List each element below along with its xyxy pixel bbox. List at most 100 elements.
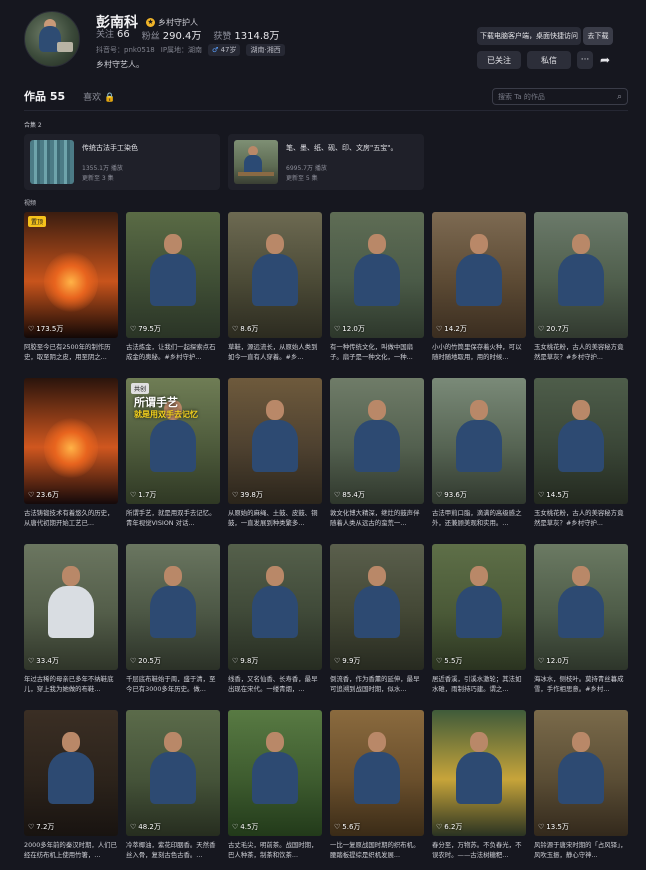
age-text: 47岁 xyxy=(220,46,237,54)
likes-count: 93.6万 xyxy=(444,491,467,499)
video-thumbnail: ♡ 12.0万 xyxy=(534,544,628,670)
heart-icon: ♡ xyxy=(130,657,137,665)
likes-count: 23.6万 xyxy=(36,491,59,499)
more-icon[interactable]: ··· xyxy=(577,51,593,69)
video-card[interactable]: ♡ 14.5万 玉女桃花粉，古人的美容秘方竟然是草灰？#乡村守护... xyxy=(534,378,628,528)
followed-button[interactable]: 已关注 xyxy=(477,51,521,69)
video-caption[interactable]: 古法甲煎口脂，滴满的高级感之外，还兼顾美观和实用。... xyxy=(432,509,526,528)
likes-count: 14.5万 xyxy=(546,491,569,499)
tab-works[interactable]: 作品 55 xyxy=(24,88,65,104)
video-card[interactable]: 置顶 ♡ 173.5万 阿胶至今已有2500年的制作历史，取至阴之皮，用至阴之... xyxy=(24,212,118,362)
video-likes: ♡ 173.5万 xyxy=(28,324,63,334)
video-caption[interactable]: 线香，又名仙香、长寿香，最早出现在宋代。一缕青烟，... xyxy=(228,675,322,694)
video-caption[interactable]: 古法炼金，让我们一起探索点石成金的奥秘。#乡村守护... xyxy=(126,343,220,362)
video-card[interactable]: ♡ 5.5万居近香溪，引溪水激轮；其法如水碓，雨制持巧建。谓之... xyxy=(432,544,526,694)
search-input[interactable]: 搜索 Ta 的作品 ⌕ xyxy=(492,88,628,105)
video-caption[interactable]: 古法铸锻技术有着悠久的历史，从唐代初期开始工艺已... xyxy=(24,509,118,528)
video-card[interactable]: ♡ 20.5万 千层底布鞋始于周，盛于清，至今已有3000多年历史。做... xyxy=(126,544,220,694)
video-caption[interactable]: 小小的竹筒里保存着火种，可以随时随地取用，用的时候... xyxy=(432,343,526,362)
video-caption[interactable]: 千层底布鞋始于周，盛于清，至今已有3000多年历史。做... xyxy=(126,675,220,694)
video-card[interactable]: ♡ 39.8万 从原始的麻绳、土鼓、皮鼓、铜鼓，一直发展到种类繁多... xyxy=(228,378,322,528)
video-likes: ♡ 79.5万 xyxy=(130,324,161,334)
video-caption[interactable]: 草鞋，源远流长，从原始人类到如今一直有人穿着。#乡... xyxy=(228,343,322,362)
video-caption[interactable]: 玉女桃花粉，古人的美容秘方竟然是草灰？#乡村守护... xyxy=(534,343,628,362)
message-button[interactable]: 私信 xyxy=(527,51,571,69)
video-caption[interactable]: 年过古稀的母亲已多年不纳鞋底儿，穿上我为她做的布鞋... xyxy=(24,675,118,694)
video-caption[interactable]: 2000多年前的秦汉时期，人们已经在纺布机上使用竹箸，... xyxy=(24,841,118,860)
heart-icon: ♡ xyxy=(436,325,443,333)
video-caption[interactable]: 所谓手艺，就是用双手去记忆。青年视觉VISION 对话... xyxy=(126,509,220,528)
stat-following[interactable]: 关注 66 xyxy=(96,27,130,42)
video-caption[interactable]: 敦文化博大精深，继灶的鼓声伴随着人类从远古的蛮荒一... xyxy=(330,509,424,528)
video-card[interactable]: ♡ 7.2万 2000多年前的秦汉时期，人们已经在纺布机上使用竹箸，... xyxy=(24,710,118,860)
video-card[interactable]: ♡ 79.5万古法炼金，让我们一起探索点石成金的奥秘。#乡村守护... xyxy=(126,212,220,362)
video-thumbnail: ♡ 7.2万 xyxy=(24,710,118,836)
video-caption[interactable]: 海冰水，侧枝叶。莫持青丝暮成雪，手作相思意。#乡村... xyxy=(534,675,628,694)
video-card[interactable]: ♡ 33.4万年过古稀的母亲已多年不纳鞋底儿，穿上我为她做的布鞋... xyxy=(24,544,118,694)
tab-likes[interactable]: 喜欢 🔒 xyxy=(83,90,115,103)
video-caption[interactable]: 玉女桃花粉，古人的美容秘方竟然是草灰？#乡村守护... xyxy=(534,509,628,528)
heart-icon: ♡ xyxy=(28,657,35,665)
video-card[interactable]: ♡ 6.2万 春分至，万物苏。不负春光，不误农时。——古法树糖粑... xyxy=(432,710,526,860)
video-card[interactable]: ♡ 14.2万小小的竹筒里保存着火种，可以随时随地取用，用的时候... xyxy=(432,212,526,362)
figure-head xyxy=(164,234,182,254)
download-button[interactable]: 去下载 xyxy=(583,27,613,45)
video-caption[interactable]: 倒流香，作为香薰的延伸，最早可追溯到战国时期，似水... xyxy=(330,675,424,694)
avatar[interactable] xyxy=(24,11,80,67)
video-caption[interactable]: 一比一复原战国时期的织布机。腰踏板提综是织机发展... xyxy=(330,841,424,860)
likes-count: 9.8万 xyxy=(240,657,259,665)
video-card[interactable]: ♡ 48.2万 冷萃椰油，紫花印胭香。天然香丝入骨，复刻古色古香。... xyxy=(126,710,220,860)
figure-body xyxy=(456,420,502,472)
figure-body xyxy=(354,254,400,306)
video-caption[interactable]: 风铃源于唐宋时期的「占风铎」，风吹玉振，静心守神... xyxy=(534,841,628,860)
video-caption[interactable]: 冷萃椰油，紫花印胭香。天然香丝入骨，复刻古色古香。... xyxy=(126,841,220,860)
video-card[interactable]: ♡ 13.5万 风铃源于唐宋时期的「占风铎」，风吹玉振，静心守神... xyxy=(534,710,628,860)
video-caption[interactable]: 阿胶至今已有2500年的制作历史，取至阴之皮，用至阴之... xyxy=(24,343,118,362)
collection-card[interactable]: 笔、墨、纸、砚、印、文房"五宝"。 6995.7万 播放 更新至 5 集 xyxy=(228,134,424,190)
video-caption[interactable]: 居近香溪，引溪水激轮；其法如水碓，雨制持巧建。谓之... xyxy=(432,675,526,694)
search-icon[interactable]: ⌕ xyxy=(617,92,622,102)
video-thumbnail: ♡ 33.4万 xyxy=(24,544,118,670)
stat-likes: 获赞 1314.8万 xyxy=(213,27,279,42)
download-client-tip[interactable]: 下载电脑客户端，桌面快捷访问 xyxy=(477,27,581,45)
video-likes: ♡ 9.9万 xyxy=(334,656,360,666)
collection-updated: 更新至 3 集 xyxy=(82,175,114,182)
video-card[interactable]: ♡ 5.6万一比一复原战国时期的织布机。腰踏板提综是织机发展... xyxy=(330,710,424,860)
figure-head xyxy=(470,732,488,752)
profile-meta: 抖音号：pnk0518 IP属地：湖南 ♂ 47岁 湖南·湘西 xyxy=(96,44,285,56)
video-card[interactable]: ♡ 23.6万古法铸锻技术有着悠久的历史，从唐代初期开始工艺已... xyxy=(24,378,118,528)
video-card[interactable]: ♡ 85.4万 敦文化博大精深，继灶的鼓声伴随着人类从远古的蛮荒一... xyxy=(330,378,424,528)
video-card[interactable]: ♡ 12.0万海冰水，侧枝叶。莫持青丝暮成雪，手作相思意。#乡村... xyxy=(534,544,628,694)
overlay-title: 所谓手艺 xyxy=(134,396,178,409)
likes-count: 39.8万 xyxy=(240,491,263,499)
video-card[interactable]: ♡ 9.8万 线香，又名仙香、长寿香，最早出现在宋代。一缕青烟，... xyxy=(228,544,322,694)
video-thumbnail: ♡ 23.6万 xyxy=(24,378,118,504)
video-caption[interactable]: 古丈毛尖，明前茶。战国时期，巴人种茶，制茶和饮茶... xyxy=(228,841,322,860)
video-card[interactable]: ♡ 20.7万 玉女桃花粉，古人的美容秘方竟然是草灰？#乡村守护... xyxy=(534,212,628,362)
video-caption[interactable]: 春分至，万物苏。不负春光，不误农时。——古法树糖粑... xyxy=(432,841,526,860)
figure-head xyxy=(266,400,284,420)
video-card[interactable]: ♡ 93.6万 古法甲煎口脂，滴满的高级感之外，还兼顾美观和实用。... xyxy=(432,378,526,528)
video-thumbnail: ♡ 5.5万 xyxy=(432,544,526,670)
video-likes: ♡ 5.6万 xyxy=(334,822,360,832)
videos-label: 视频 xyxy=(24,200,37,207)
video-likes: ♡ 5.5万 xyxy=(436,656,462,666)
video-caption[interactable]: 有一种传统文化，叫做中国扇子。扇子是一种文化，一种... xyxy=(330,343,424,362)
likes-count: 33.4万 xyxy=(36,657,59,665)
video-caption[interactable]: 从原始的麻绳、土鼓、皮鼓、铜鼓，一直发展到种类繁多... xyxy=(228,509,322,528)
figure-head xyxy=(470,400,488,420)
video-card[interactable]: ♡ 9.9万倒流香，作为香薰的延伸，最早可追溯到战国时期，似水... xyxy=(330,544,424,694)
likes-count: 173.5万 xyxy=(36,325,64,333)
video-thumbnail: ♡ 14.2万 xyxy=(432,212,526,338)
stat-followers[interactable]: 粉丝 290.4万 xyxy=(142,27,202,42)
video-card[interactable]: ♡ 12.0万 有一种传统文化，叫做中国扇子。扇子是一种文化，一种... xyxy=(330,212,424,362)
video-thumbnail: ♡ 4.5万 xyxy=(228,710,322,836)
stat-label: 关注 xyxy=(96,30,115,40)
figure-body xyxy=(150,752,196,804)
badge-label: 乡村守护人 xyxy=(158,17,198,27)
share-icon[interactable]: ➦ xyxy=(597,51,613,69)
video-card[interactable]: ♡ 4.5万古丈毛尖，明前茶。战国时期，巴人种茶，制茶和饮茶... xyxy=(228,710,322,860)
video-card[interactable]: ♡ 8.6万 草鞋，源远流长，从原始人类到如今一直有人穿着。#乡... xyxy=(228,212,322,362)
video-card[interactable]: 共创 所谓手艺 就是用双手去记忆 ♡ 1.7万 所谓手艺，就是用双手去记忆。青年视觉VIS… xyxy=(126,378,220,528)
collection-card[interactable]: 传统古法手工染色 1355.1万 播放 更新至 3 集 xyxy=(24,134,220,190)
